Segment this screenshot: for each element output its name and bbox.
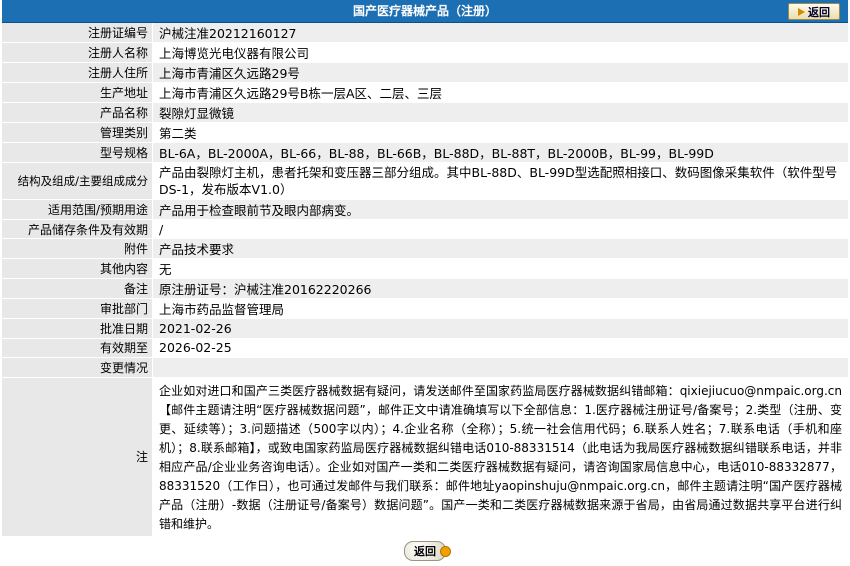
field-value: 沪械注准20212160127 — [152, 23, 848, 43]
field-value: 2026-02-25 — [152, 338, 848, 359]
back-button-bottom[interactable]: 返回 — [404, 540, 451, 561]
field-value: 产品由裂隙灯主机，患者托架和变压器三部分组成。其中BL-88D、BL-99D型选… — [152, 162, 848, 200]
back-button-bottom-label: 返回 — [414, 544, 436, 558]
row-product-name: 产品名称 裂隙灯显微镜 — [2, 102, 848, 123]
back-button-top-label: 返回 — [808, 5, 830, 19]
field-value: 无 — [152, 258, 848, 280]
row-production-address: 生产地址 上海市青浦区久远路29号B栋一层A区、二层、三层 — [2, 82, 848, 103]
field-label: 型号规格 — [2, 142, 153, 163]
field-value: 原注册证号：沪械注准20162220266 — [152, 278, 848, 300]
field-label: 附件 — [2, 238, 153, 260]
field-value: 2021-02-26 — [152, 318, 848, 339]
note-text: 企业如对进口和国产三类医疗器械数据有疑问，请发送邮件至国家药监局医疗器械数据纠错… — [159, 383, 842, 531]
row-remark: 备注 原注册证号：沪械注准20162220266 — [2, 278, 848, 300]
row-attachment: 附件 产品技术要求 — [2, 238, 848, 260]
circle-arrow-icon — [440, 545, 451, 557]
field-value: 产品用于检查眼前节及眼内部病变。 — [152, 199, 848, 220]
field-label: 生产地址 — [2, 82, 153, 103]
field-label: 备注 — [2, 278, 153, 300]
row-approval-date: 批准日期 2021-02-26 — [2, 318, 848, 339]
back-button-top[interactable]: 返回 — [788, 3, 840, 20]
field-label: 注册人名称 — [2, 42, 153, 63]
field-label: 适用范围/预期用途 — [2, 199, 153, 220]
header-bar: 国产医疗器械产品（注册） 返回 — [2, 0, 848, 23]
row-registrant-address: 注册人住所 上海市青浦区久远路29号 — [2, 62, 848, 83]
footer: 返回 — [2, 536, 848, 566]
field-label: 产品储存条件及有效期 — [2, 219, 153, 240]
row-storage: 产品储存条件及有效期 / — [2, 219, 848, 240]
field-label: 产品名称 — [2, 102, 153, 123]
row-valid-until: 有效期至 2026-02-25 — [2, 338, 848, 359]
row-management-class: 管理类别 第二类 — [2, 122, 848, 143]
arrow-right-icon — [798, 7, 805, 16]
row-intended-use: 适用范围/预期用途 产品用于检查眼前节及眼内部病变。 — [2, 199, 848, 220]
detail-panel: 国产医疗器械产品（注册） 返回 注册证编号 沪械注准20212160127 注册… — [2, 0, 848, 566]
field-value: 裂隙灯显微镜 — [152, 102, 848, 123]
row-note: 注 企业如对进口和国产三类医疗器械数据有疑问，请发送邮件至国家药监局医疗器械数据… — [2, 377, 848, 536]
row-approval-dept: 审批部门 上海市药品监督管理局 — [2, 298, 848, 320]
field-label: 批准日期 — [2, 318, 153, 339]
field-label: 注 — [2, 377, 153, 536]
field-label: 管理类别 — [2, 122, 153, 143]
field-value — [152, 357, 848, 378]
field-label: 其他内容 — [2, 258, 153, 280]
field-label: 有效期至 — [2, 338, 153, 359]
page-title: 国产医疗器械产品（注册） — [352, 4, 497, 18]
detail-table: 注册证编号 沪械注准20212160127 注册人名称 上海博览光电仪器有限公司… — [2, 23, 848, 536]
field-value: 第二类 — [152, 122, 848, 143]
row-registrant-name: 注册人名称 上海博览光电仪器有限公司 — [2, 42, 848, 63]
row-models: 型号规格 BL-6A，BL-2000A，BL-66，BL-88，BL-66B，B… — [2, 142, 848, 163]
field-value: 上海博览光电仪器有限公司 — [152, 42, 848, 63]
field-label: 变更情况 — [2, 357, 153, 378]
field-label: 注册人住所 — [2, 62, 153, 83]
field-value: 上海市药品监督管理局 — [152, 298, 848, 320]
field-value: 产品技术要求 — [152, 238, 848, 260]
field-label: 审批部门 — [2, 298, 153, 320]
field-value: BL-6A，BL-2000A，BL-66，BL-88，BL-66B，BL-88D… — [152, 142, 848, 163]
row-changes: 变更情况 — [2, 357, 848, 378]
field-label: 注册证编号 — [2, 23, 153, 43]
row-reg-no: 注册证编号 沪械注准20212160127 — [2, 23, 848, 43]
row-structure: 结构及组成/主要组成成分 产品由裂隙灯主机，患者托架和变压器三部分组成。其中BL… — [2, 162, 848, 200]
field-value: 上海市青浦区久远路29号 — [152, 62, 848, 83]
field-value: / — [152, 219, 848, 240]
field-value: 上海市青浦区久远路29号B栋一层A区、二层、三层 — [152, 82, 848, 103]
field-label: 结构及组成/主要组成成分 — [2, 162, 153, 200]
row-other: 其他内容 无 — [2, 258, 848, 280]
